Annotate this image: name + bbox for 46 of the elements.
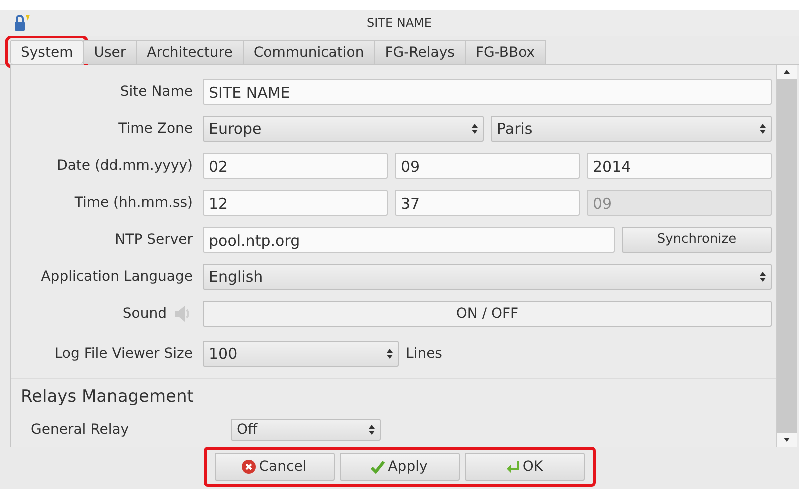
field-label: Sound bbox=[122, 306, 167, 322]
scrollbar[interactable] bbox=[776, 65, 797, 447]
field-label: Site Name bbox=[120, 84, 193, 100]
scroll-up-icon[interactable] bbox=[777, 65, 797, 79]
dropdown[interactable]: English bbox=[203, 264, 772, 290]
cancel-button[interactable]: Cancel bbox=[214, 453, 334, 481]
field-label: NTP Server bbox=[115, 232, 193, 248]
tab[interactable]: FG-Relays bbox=[374, 40, 466, 64]
up-down-arrows-icon bbox=[760, 124, 766, 134]
section-heading: Relays Management bbox=[20, 387, 195, 409]
cancel-icon bbox=[242, 460, 256, 474]
input-field[interactable]: pool.ntp.org bbox=[203, 226, 615, 252]
field-label: Log File Viewer Size bbox=[54, 346, 193, 362]
up-down-arrows-icon bbox=[760, 272, 766, 282]
dropdown[interactable]: Off bbox=[231, 419, 381, 441]
scroll-down-icon[interactable] bbox=[777, 433, 797, 447]
up-down-arrows-icon bbox=[387, 349, 393, 359]
input-field[interactable]: SITE NAME bbox=[203, 78, 772, 104]
tab[interactable]: FG-BBox bbox=[464, 40, 546, 64]
field-label: General Relay bbox=[31, 422, 130, 438]
unit-label: Lines bbox=[406, 346, 442, 362]
lock-key-icon bbox=[12, 13, 32, 33]
input-field[interactable]: 02 bbox=[203, 152, 388, 178]
synchronize-button[interactable]: Synchronize bbox=[622, 226, 772, 252]
field-label: Time Zone bbox=[118, 120, 193, 136]
apply-button[interactable]: Apply bbox=[340, 453, 460, 481]
tab[interactable]: Communication bbox=[242, 40, 376, 64]
field-label: Time (hh.mm.ss) bbox=[74, 194, 193, 210]
up-down-arrows-icon bbox=[369, 425, 375, 435]
dropdown[interactable]: Paris bbox=[491, 116, 772, 142]
input-field[interactable]: 2014 bbox=[587, 152, 772, 178]
tab[interactable]: Architecture bbox=[136, 40, 244, 64]
input-field[interactable]: 37 bbox=[395, 190, 580, 216]
input-field[interactable]: 12 bbox=[203, 190, 388, 216]
dropdown[interactable]: Europe bbox=[203, 116, 484, 142]
window-title: SITE NAME bbox=[366, 16, 433, 30]
input-field[interactable]: 09 bbox=[395, 152, 580, 178]
dropdown[interactable]: 100 bbox=[203, 341, 399, 367]
toggle-button[interactable]: ON / OFF bbox=[203, 300, 772, 326]
field-label: Application Language bbox=[41, 268, 193, 284]
check-icon bbox=[371, 460, 386, 474]
ok-button[interactable]: OK bbox=[464, 453, 584, 481]
tab[interactable]: User bbox=[83, 40, 138, 64]
enter-arrow-icon bbox=[506, 460, 520, 474]
field-label: Date (dd.mm.yyyy) bbox=[57, 158, 193, 174]
up-down-arrows-icon bbox=[472, 124, 478, 134]
